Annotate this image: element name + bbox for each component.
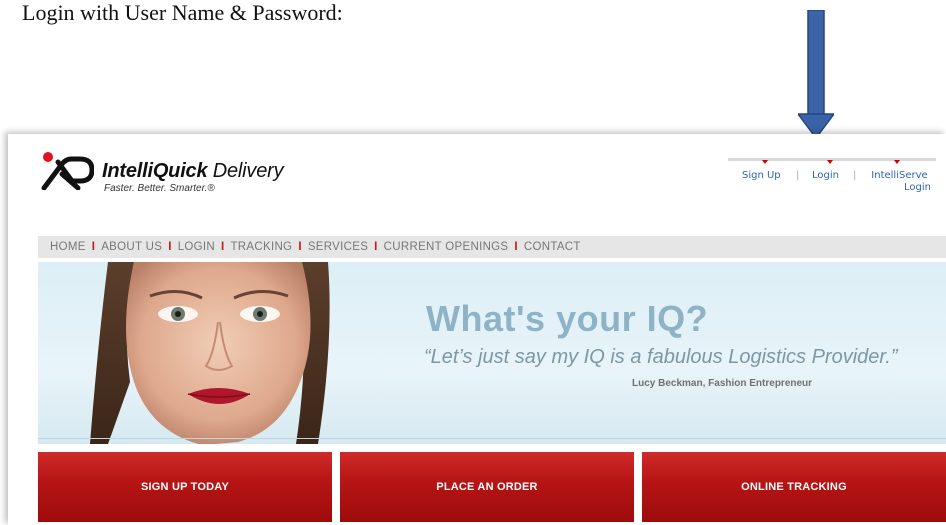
- nav-separator: I: [220, 241, 225, 253]
- down-arrow-icon: [798, 10, 834, 140]
- nav-tracking[interactable]: TRACKING: [230, 241, 292, 253]
- nav-current-openings[interactable]: CURRENT OPENINGS: [384, 241, 509, 253]
- brand-name[interactable]: IntelliQuick Delivery: [102, 160, 284, 183]
- nav-login[interactable]: LOGIN: [178, 241, 215, 253]
- signup-today-button[interactable]: SIGN UP TODAY: [38, 452, 332, 522]
- document-caption: Login with User Name & Password:: [22, 0, 343, 25]
- nav-contact[interactable]: CONTACT: [524, 241, 581, 253]
- brand-tagline: Faster. Better. Smarter.®: [104, 183, 215, 194]
- hero-divider: [38, 438, 946, 439]
- website-screenshot: IntelliQuick Delivery Faster. Better. Sm…: [8, 134, 946, 525]
- utility-separator: |: [853, 170, 857, 181]
- place-order-button[interactable]: PLACE AN ORDER: [340, 452, 634, 522]
- intelliserve-line2: Login: [904, 182, 931, 193]
- brand-name-rest: Delivery: [207, 160, 284, 182]
- utility-separator: |: [796, 170, 800, 181]
- brand-name-bold: IntelliQuick: [102, 160, 208, 182]
- utility-links: Sign Up | Login | IntelliServe Login: [728, 160, 936, 204]
- nav-services[interactable]: SERVICES: [308, 241, 368, 253]
- online-tracking-button[interactable]: ONLINE TRACKING: [642, 452, 946, 522]
- nav-home[interactable]: HOME: [50, 241, 86, 253]
- hero-title: What's your IQ?: [426, 298, 709, 339]
- nav-separator: I: [374, 241, 378, 253]
- main-navigation: HOME I ABOUT US I LOGIN I TRACKING I SERVICES I CU…: [38, 236, 946, 258]
- utility-login-link[interactable]: Login: [812, 170, 839, 181]
- intelliquick-logo-icon: [41, 152, 94, 190]
- nav-separator: I: [168, 241, 172, 253]
- hero-banner: What's your IQ? “Let’s just say my IQ is…: [38, 262, 946, 444]
- hero-attribution: Lucy Beckman, Fashion Entrepreneur: [632, 378, 813, 389]
- red-triangle-icon: [762, 160, 768, 164]
- red-triangle-icon: [827, 160, 833, 164]
- nav-separator: I: [298, 241, 302, 253]
- nav-separator: I: [514, 241, 518, 253]
- red-triangle-icon: [894, 160, 900, 164]
- nav-separator: I: [91, 241, 96, 253]
- utility-intelliserve-login-link[interactable]: IntelliServe Login: [868, 170, 931, 194]
- intelliserve-line1: IntelliServe: [871, 170, 928, 181]
- nav-about-us[interactable]: ABOUT US: [101, 241, 162, 253]
- utility-signup-link[interactable]: Sign Up: [742, 170, 781, 181]
- woman-portrait-image: [90, 262, 330, 444]
- hero-quote: “Let’s just say my IQ is a fabulous Logi…: [424, 346, 898, 368]
